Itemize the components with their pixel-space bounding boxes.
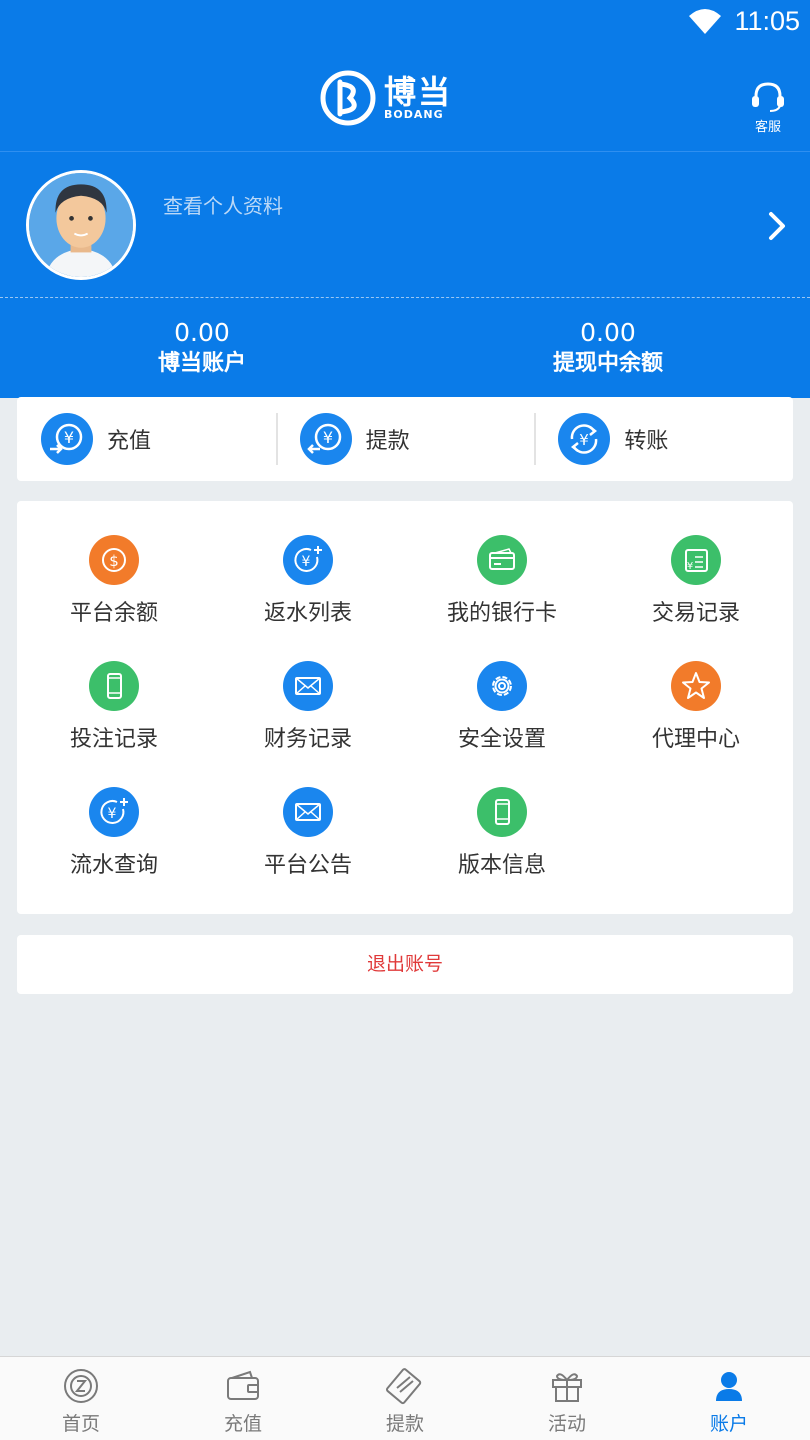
menu-label: 平台公告 bbox=[263, 853, 352, 878]
svg-text:¥: ¥ bbox=[687, 561, 693, 572]
withdraw-icon: ¥ bbox=[299, 413, 352, 465]
customer-service-button[interactable]: 客服 bbox=[748, 80, 788, 135]
wifi-icon bbox=[689, 9, 721, 34]
menu-label: 代理中心 bbox=[651, 727, 740, 752]
quick-recharge-button[interactable]: ¥ 充值 bbox=[17, 397, 276, 481]
profile-section: 查看个人资料 0.00 博当账户 0.00 提现中余额 bbox=[0, 152, 810, 398]
menu-security-settings[interactable]: 安全设置 bbox=[405, 627, 599, 752]
chevron-right-icon[interactable] bbox=[766, 208, 788, 244]
phone-icon bbox=[89, 661, 139, 711]
menu-label: 返水列表 bbox=[263, 601, 352, 626]
dashed-divider bbox=[0, 297, 810, 298]
tab-home-label: 首页 bbox=[61, 1413, 100, 1435]
menu-rebate-list[interactable]: ¥ 返水列表 bbox=[211, 501, 405, 626]
coin-icon: $ bbox=[89, 535, 139, 585]
menu-label: 流水查询 bbox=[69, 853, 158, 878]
bodang-logo-icon bbox=[320, 70, 376, 126]
menu-finance-records[interactable]: 财务记录 bbox=[211, 627, 405, 752]
recharge-icon: ¥ bbox=[41, 413, 93, 465]
menu-label: 安全设置 bbox=[457, 727, 546, 752]
headset-icon bbox=[752, 82, 784, 112]
gift-icon bbox=[552, 1373, 582, 1402]
service-label: 客服 bbox=[754, 120, 781, 135]
quick-withdraw-label: 提款 bbox=[365, 429, 410, 454]
star-icon bbox=[671, 661, 721, 711]
avatar[interactable] bbox=[26, 170, 136, 280]
tab-home[interactable]: 首页 bbox=[0, 1357, 162, 1440]
yuan-plus-icon: ¥ bbox=[89, 787, 139, 837]
tab-activity[interactable]: 活动 bbox=[486, 1357, 648, 1440]
menu-transaction-records[interactable]: ¥ 交易记录 bbox=[599, 501, 793, 626]
logout-button[interactable]: 退出账号 bbox=[17, 935, 793, 994]
menu-label: 交易记录 bbox=[651, 601, 740, 626]
menu-label: 平台余额 bbox=[69, 601, 158, 626]
account-label: 博当账户 bbox=[157, 351, 246, 376]
menu-label: 我的银行卡 bbox=[446, 601, 557, 626]
tab-recharge[interactable]: 充值 bbox=[162, 1357, 324, 1440]
tab-account-label: 账户 bbox=[709, 1413, 748, 1435]
svg-text:¥: ¥ bbox=[302, 554, 311, 570]
app-header: 博当 BODANG 客服 bbox=[0, 44, 810, 152]
wallet-icon bbox=[227, 1370, 259, 1400]
menu-label: 财务记录 bbox=[263, 727, 352, 752]
tab-withdraw[interactable]: 提款 bbox=[324, 1357, 486, 1440]
menu-grid: $ 平台余额 ¥ 返水列表 我的银行卡 ¥ 交易记录 投注记录 财务记录 安全设… bbox=[17, 501, 793, 914]
menu-version-info[interactable]: 版本信息 bbox=[405, 753, 599, 878]
bottom-tab-bar: 首页 充值 提款 活动 账户 bbox=[0, 1356, 810, 1440]
menu-bet-records[interactable]: 投注记录 bbox=[17, 627, 211, 752]
menu-label: 投注记录 bbox=[69, 727, 158, 752]
transfer-icon: ¥ bbox=[558, 413, 611, 465]
account-amount: 0.00 bbox=[174, 318, 230, 347]
menu-platform-notice[interactable]: 平台公告 bbox=[211, 753, 405, 878]
svg-text:¥: ¥ bbox=[64, 428, 74, 447]
gear-icon bbox=[477, 661, 527, 711]
menu-agent-center[interactable]: 代理中心 bbox=[599, 627, 793, 752]
avatar-face-icon bbox=[29, 173, 133, 277]
card-icon bbox=[385, 1368, 422, 1405]
logo-text-cn: 博当 bbox=[384, 73, 453, 111]
menu-bank-card[interactable]: 我的银行卡 bbox=[405, 501, 599, 626]
tab-recharge-label: 充值 bbox=[223, 1413, 262, 1435]
svg-text:¥: ¥ bbox=[580, 431, 590, 449]
app-logo: 博当 BODANG bbox=[320, 70, 470, 126]
withdrawing-label: 提现中余额 bbox=[552, 351, 663, 376]
svg-text:¥: ¥ bbox=[108, 806, 117, 822]
logo-text-en: BODANG bbox=[384, 108, 444, 121]
withdrawing-amount: 0.00 bbox=[580, 318, 636, 347]
withdrawing-balance[interactable]: 0.00 提现中余额 bbox=[458, 318, 758, 380]
receipt-icon: ¥ bbox=[671, 535, 721, 585]
view-profile-link[interactable]: 查看个人资料 bbox=[163, 190, 283, 219]
mail-icon bbox=[283, 661, 333, 711]
yuan-plus-icon: ¥ bbox=[283, 535, 333, 585]
menu-label: 版本信息 bbox=[457, 853, 546, 878]
quick-transfer-button[interactable]: ¥ 转账 bbox=[534, 397, 793, 481]
status-bar: 11:05 bbox=[0, 0, 810, 44]
quick-recharge-label: 充值 bbox=[107, 429, 152, 454]
quick-actions: ¥ 充值 ¥ 提款 ¥ 转账 bbox=[17, 397, 793, 481]
svg-text:¥: ¥ bbox=[323, 428, 333, 447]
status-time: 11:05 bbox=[734, 6, 800, 36]
quick-transfer-label: 转账 bbox=[624, 429, 669, 454]
tab-withdraw-label: 提款 bbox=[385, 1413, 424, 1435]
phone-icon bbox=[477, 787, 527, 837]
mail-icon bbox=[283, 787, 333, 837]
tab-activity-label: 活动 bbox=[547, 1413, 586, 1435]
tab-account[interactable]: 账户 bbox=[648, 1357, 810, 1440]
bank-card-icon bbox=[477, 535, 527, 585]
menu-platform-balance[interactable]: $ 平台余额 bbox=[17, 501, 211, 626]
menu-turnover-query[interactable]: ¥ 流水查询 bbox=[17, 753, 211, 878]
quick-withdraw-button[interactable]: ¥ 提款 bbox=[275, 397, 535, 481]
user-icon bbox=[716, 1372, 742, 1401]
account-balance[interactable]: 0.00 博当账户 bbox=[52, 318, 352, 380]
svg-text:$: $ bbox=[109, 552, 119, 570]
home-chip-icon bbox=[64, 1369, 98, 1403]
